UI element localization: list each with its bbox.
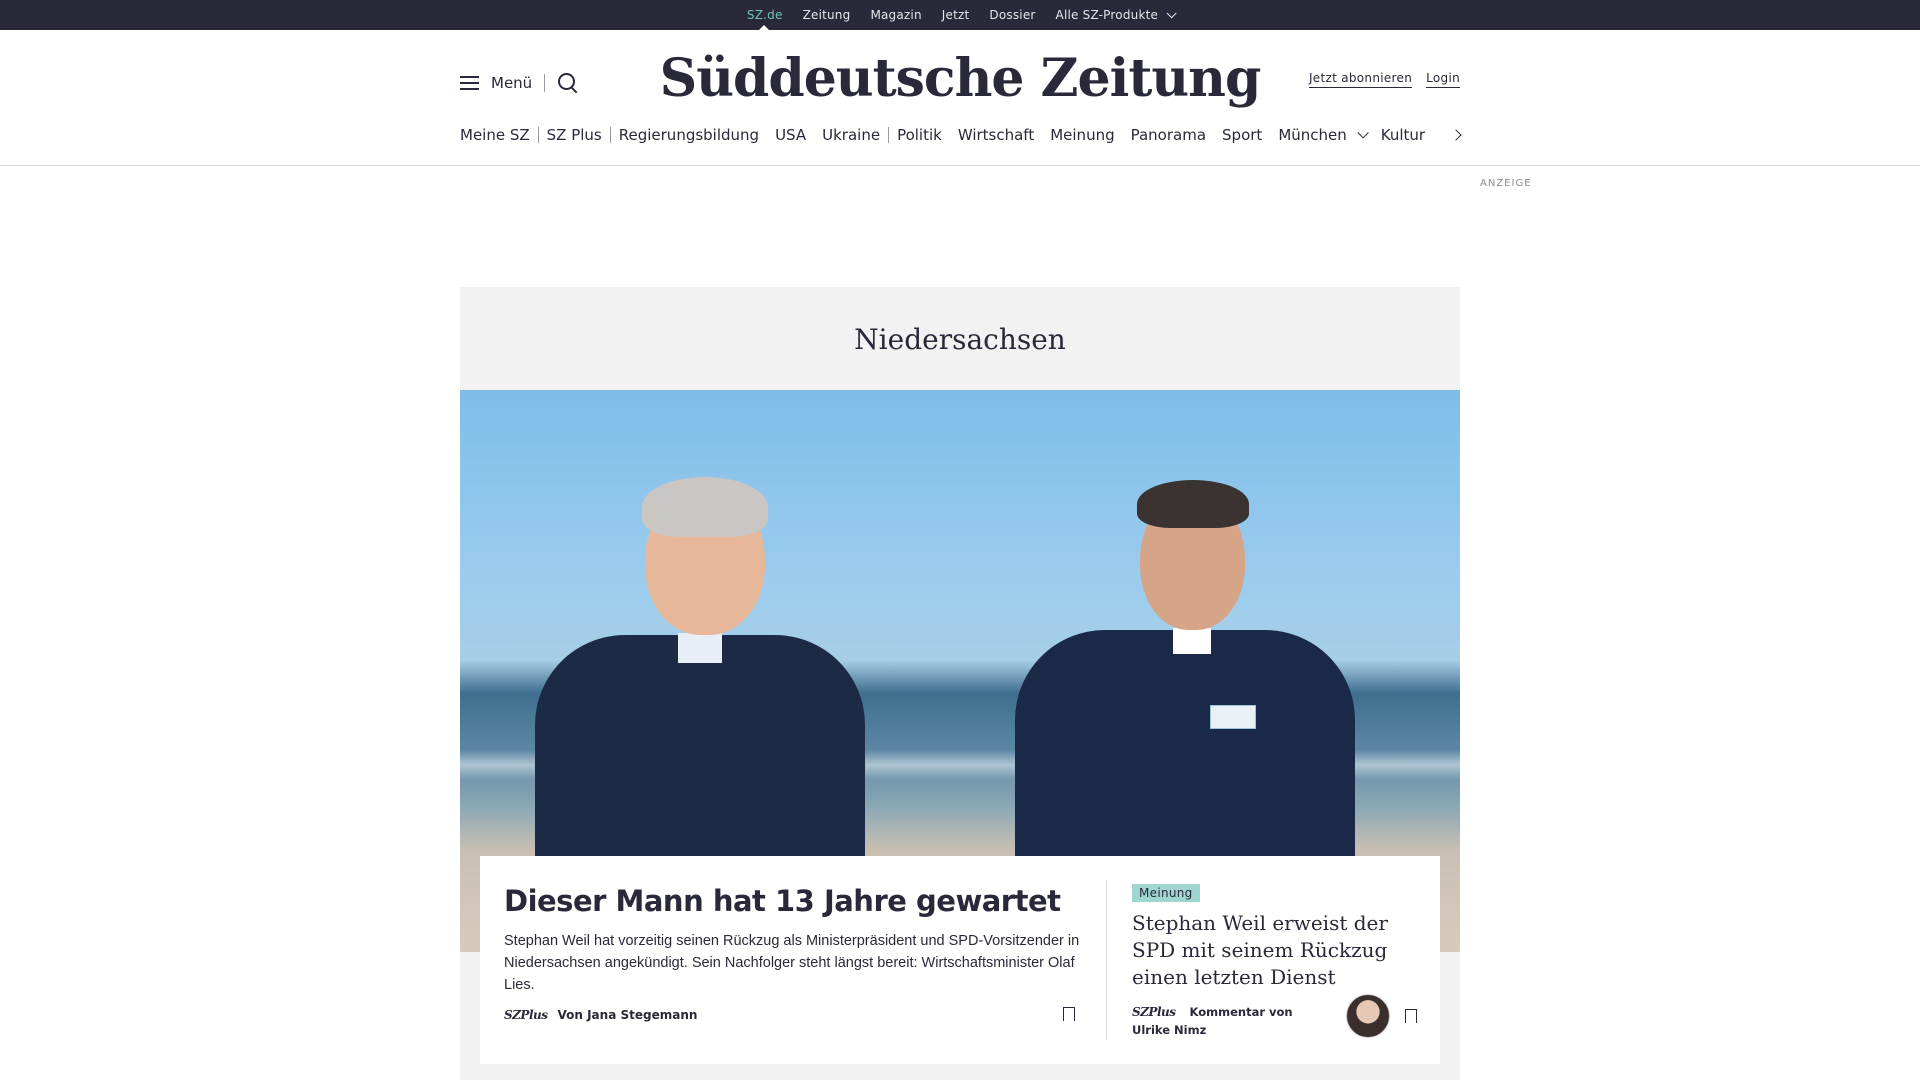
topbar-link-dossier[interactable]: Dossier	[989, 0, 1035, 30]
nav-item-sz-plus[interactable]: SZ Plus	[539, 126, 610, 144]
subscribe-link[interactable]: Jetzt abonnieren	[1308, 71, 1413, 88]
nav-item-wirtschaft[interactable]: Wirtschaft	[950, 126, 1042, 144]
opinion-byline: SZPlus Kommentar von Ulrike Nimz	[1132, 1003, 1332, 1039]
lead-byline: SZPlus Von Jana Stegemann	[504, 1008, 1084, 1022]
card-divider	[1106, 880, 1107, 1040]
nav-item-ukraine[interactable]: Ukraine	[814, 126, 888, 144]
top-bar: SZ.de Zeitung Magazin Jetzt Dossier Alle…	[0, 0, 1920, 30]
site-logo[interactable]: Süddeutsche Zeitung	[0, 48, 1920, 109]
nav-item-sport[interactable]: Sport	[1214, 126, 1270, 144]
main-nav: Meine SZ SZ Plus Regierungsbildung USA U…	[460, 123, 1433, 147]
sz-plus-logo: SZPlus	[1132, 1005, 1176, 1019]
lead-headline[interactable]: Dieser Mann hat 13 Jahre gewartet	[504, 884, 1084, 918]
opinion-headline[interactable]: Stephan Weil erweist der SPD mit seinem …	[1132, 910, 1422, 991]
bookmark-icon[interactable]	[1405, 1009, 1417, 1028]
topbar-link-alle-produkte[interactable]: Alle SZ-Produkte	[1055, 0, 1177, 30]
login-link[interactable]: Login	[1426, 71, 1460, 88]
lead-article[interactable]: Dieser Mann hat 13 Jahre gewartet Stepha…	[504, 884, 1084, 1022]
topbar-link-alle-produkte-label: Alle SZ-Produkte	[1055, 8, 1159, 22]
section-title[interactable]: Niedersachsen	[460, 323, 1460, 356]
nav-item-meine-sz[interactable]: Meine SZ	[460, 126, 538, 144]
chevron-down-icon	[1166, 8, 1177, 19]
nav-item-politik[interactable]: Politik	[889, 126, 950, 144]
author-avatar	[1346, 994, 1390, 1038]
ad-label: ANZEIGE	[1480, 178, 1532, 189]
nav-item-muenchen[interactable]: München	[1270, 126, 1372, 144]
nav-item-kultur[interactable]: Kultur	[1373, 126, 1433, 144]
nav-item-muenchen-label: München	[1278, 126, 1347, 144]
chevron-down-icon	[1357, 127, 1369, 139]
nav-item-regierungsbildung[interactable]: Regierungsbildung	[611, 126, 767, 144]
chevron-right-icon[interactable]	[1451, 128, 1465, 142]
lead-author: Von Jana Stegemann	[557, 1008, 698, 1022]
bookmark-icon[interactable]	[1063, 1007, 1075, 1026]
nav-item-usa[interactable]: USA	[767, 126, 814, 144]
meinung-tag: Meinung	[1132, 884, 1200, 902]
auth-links: Jetzt abonnieren Login	[1308, 71, 1460, 88]
nav-item-panorama[interactable]: Panorama	[1123, 126, 1214, 144]
lead-teaser-text: Stephan Weil hat vorzeitig seinen Rückzu…	[504, 933, 1080, 993]
teaser-card: Dieser Mann hat 13 Jahre gewartet Stepha…	[480, 856, 1440, 1064]
masthead: Menü Süddeutsche Zeitung Jetzt abonniere…	[0, 30, 1920, 166]
topbar-link-magazin[interactable]: Magazin	[870, 0, 921, 30]
topbar-link-zeitung[interactable]: Zeitung	[803, 0, 851, 30]
sz-plus-logo: SZPlus	[504, 1008, 548, 1022]
topbar-link-jetzt[interactable]: Jetzt	[942, 0, 970, 30]
nav-item-meinung[interactable]: Meinung	[1042, 126, 1122, 144]
